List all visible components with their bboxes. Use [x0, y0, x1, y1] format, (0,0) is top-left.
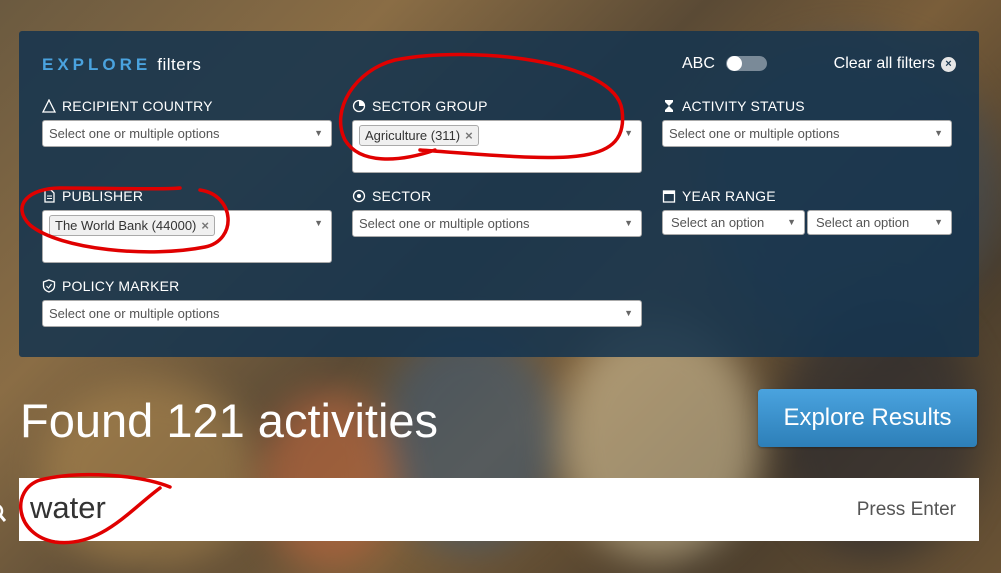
chevron-down-icon: ▼: [624, 128, 633, 138]
select-placeholder: Select an option: [671, 215, 765, 230]
year-from-select[interactable]: Select an option ▼: [662, 210, 805, 235]
chevron-down-icon: ▼: [314, 128, 323, 138]
selected-tag: The World Bank (44000) ×: [49, 215, 215, 236]
remove-tag-icon[interactable]: ×: [201, 218, 209, 233]
panel-title-strong: EXPLORE: [42, 55, 152, 74]
pie-chart-icon: [352, 99, 366, 113]
policy-marker-select[interactable]: Select one or multiple options ▼: [42, 300, 642, 327]
abc-sort-toggle[interactable]: [726, 56, 767, 71]
close-icon: ×: [941, 56, 956, 72]
tag-label: Agriculture (311): [365, 128, 461, 143]
sector-group-select[interactable]: Agriculture (311) × ▼: [352, 120, 642, 173]
press-enter-hint: Press Enter: [856, 499, 956, 520]
select-placeholder: Select one or multiple options: [49, 126, 220, 141]
publisher-select[interactable]: The World Bank (44000) × ▼: [42, 210, 332, 263]
select-placeholder: Select an option: [816, 215, 910, 230]
policy-marker-label: POLICY MARKER: [42, 278, 180, 294]
recipient-country-label: RECIPIENT COUNTRY: [42, 98, 213, 114]
filter-label-text: YEAR RANGE: [682, 188, 776, 204]
filter-label-text: RECIPIENT COUNTRY: [62, 98, 213, 114]
explore-results-button[interactable]: Explore Results: [758, 389, 977, 447]
activity-status-select[interactable]: Select one or multiple options ▼: [662, 120, 952, 147]
recipient-country-select[interactable]: Select one or multiple options ▼: [42, 120, 332, 147]
chevron-down-icon: ▼: [314, 218, 323, 228]
selected-tag: Agriculture (311) ×: [359, 125, 479, 146]
select-placeholder: Select one or multiple options: [669, 126, 840, 141]
panel-title: EXPLORE filters: [42, 55, 201, 75]
shield-icon: [42, 279, 56, 293]
filter-label-text: SECTOR: [372, 188, 432, 204]
select-placeholder: Select one or multiple options: [49, 306, 220, 321]
activity-status-label: ACTIVITY STATUS: [662, 98, 805, 114]
search-input[interactable]: [30, 490, 630, 526]
sector-select[interactable]: Select one or multiple options ▼: [352, 210, 642, 237]
triangle-icon: [42, 99, 56, 113]
explore-filters-panel: EXPLORE filters ABC Clear all filters × R…: [19, 31, 979, 357]
sector-label: SECTOR: [352, 188, 431, 204]
chevron-down-icon: ▼: [624, 218, 633, 228]
chevron-down-icon: ▼: [934, 217, 943, 227]
abc-sort-label: ABC: [682, 55, 715, 72]
document-icon: [44, 189, 55, 203]
search-icon: [0, 503, 7, 523]
year-to-select[interactable]: Select an option ▼: [807, 210, 952, 235]
results-count-heading: Found 121 activities: [20, 394, 439, 447]
target-icon: [352, 189, 366, 203]
clear-all-label: Clear all filters: [833, 55, 935, 72]
publisher-label: PUBLISHER: [42, 188, 143, 204]
year-range-label: YEAR RANGE: [662, 188, 776, 204]
clear-all-filters-button[interactable]: Clear all filters ×: [834, 55, 956, 73]
tag-label: The World Bank (44000): [55, 218, 197, 233]
sector-group-label: SECTOR GROUP: [352, 98, 488, 114]
filter-label-text: SECTOR GROUP: [372, 98, 488, 114]
hourglass-icon: [665, 100, 673, 112]
search-bar: Press Enter: [19, 478, 979, 541]
calendar-icon: [662, 190, 676, 203]
filter-label-text: POLICY MARKER: [62, 278, 180, 294]
filter-label-text: ACTIVITY STATUS: [682, 98, 805, 114]
select-placeholder: Select one or multiple options: [359, 216, 530, 231]
chevron-down-icon: ▼: [624, 308, 633, 318]
remove-tag-icon[interactable]: ×: [465, 128, 473, 143]
chevron-down-icon: ▼: [934, 128, 943, 138]
chevron-down-icon: ▼: [787, 217, 796, 227]
toggle-knob: [727, 56, 742, 71]
filter-label-text: PUBLISHER: [62, 188, 144, 204]
panel-title-rest: filters: [157, 55, 202, 74]
